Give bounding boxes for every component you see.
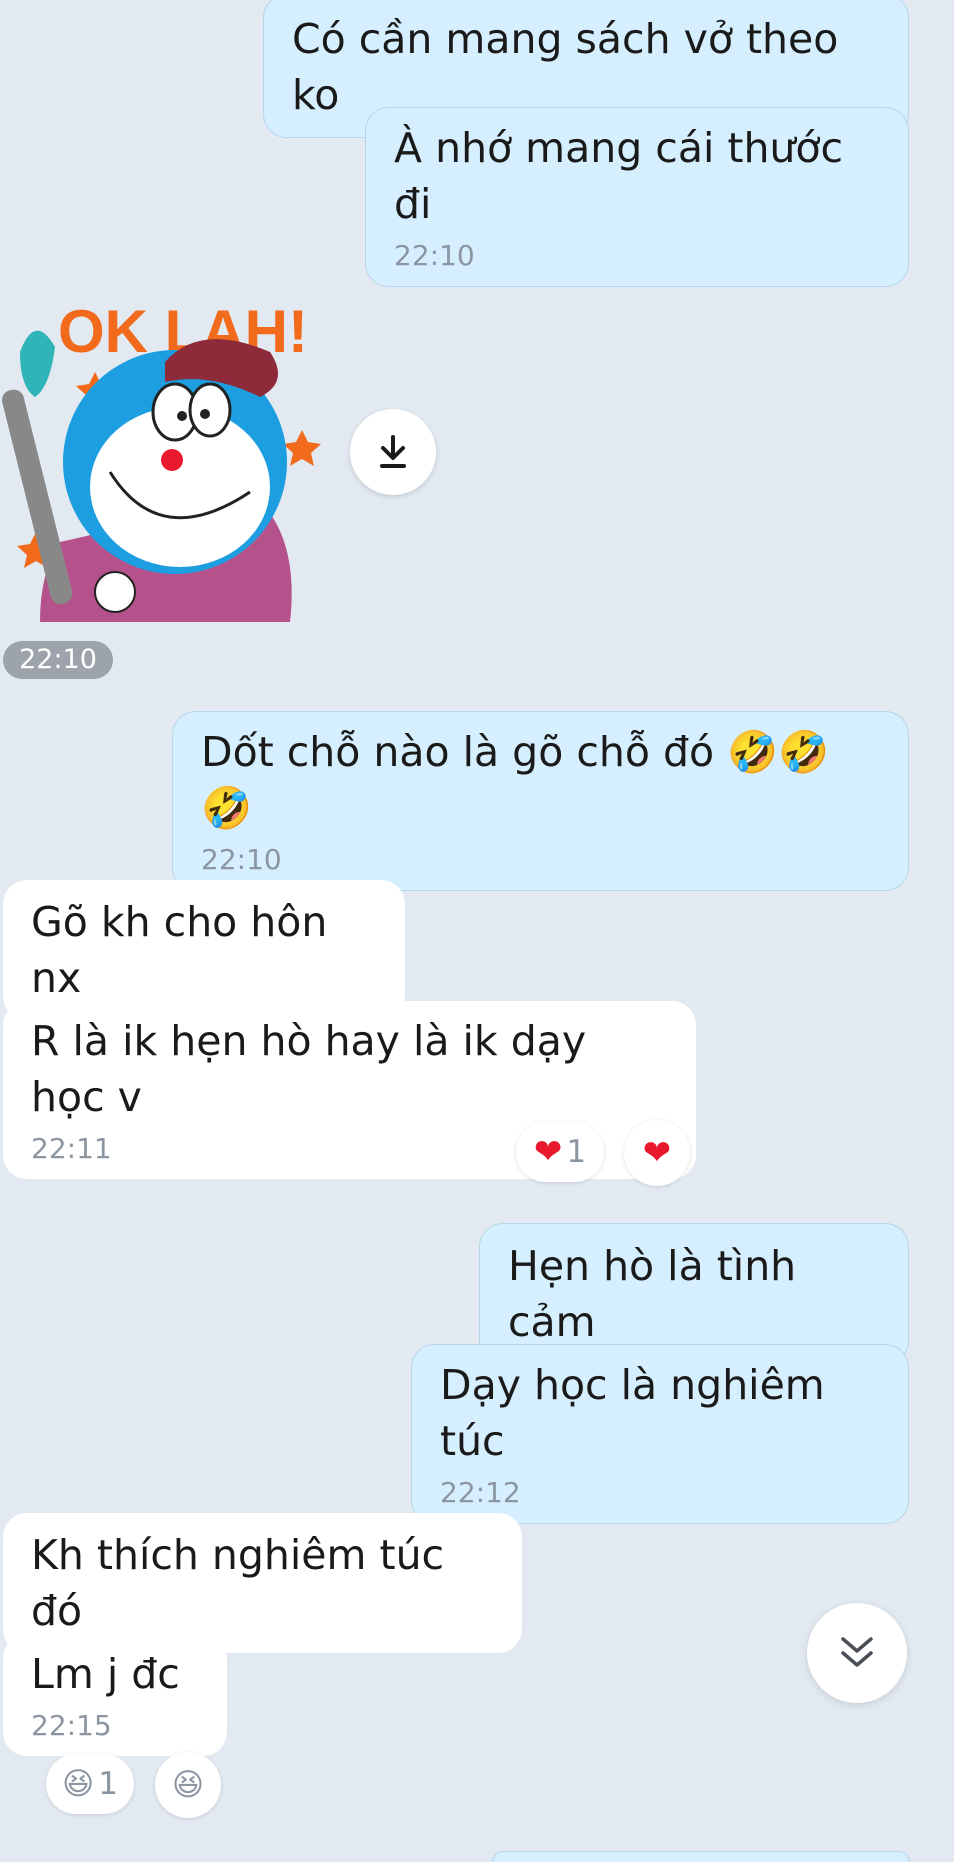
- doraemon-sticker-icon: OK LAH!: [2, 298, 321, 622]
- sticker-time: 22:10: [3, 641, 113, 679]
- reaction-count-value: 1: [566, 1134, 587, 1170]
- message-text: À nhớ mang cái thước đi: [394, 124, 844, 228]
- message-text: Có cần mang sách vở theo ko: [292, 15, 839, 119]
- scroll-to-bottom-button[interactable]: [807, 1603, 907, 1703]
- reaction-count-value: 1: [98, 1766, 119, 1802]
- download-button[interactable]: [350, 409, 436, 495]
- doraemon-sticker[interactable]: OK LAH!: [0, 292, 330, 622]
- message-bubble-incoming[interactable]: Kh thích nghiêm túc đó: [3, 1513, 522, 1653]
- quick-react-button[interactable]: 😆: [155, 1752, 221, 1818]
- message-bubble-incoming[interactable]: Gõ kh cho hôn nx: [3, 880, 405, 1020]
- message-text: Lm j đc: [31, 1650, 180, 1698]
- message-bubble-incoming[interactable]: Lm j đc 22:15: [3, 1634, 227, 1756]
- message-bubble-outgoing[interactable]: Dốt chỗ nào là gõ chỗ đó 🤣🤣🤣 22:10: [172, 711, 909, 891]
- message-time: 22:12: [440, 1476, 521, 1509]
- reaction-count[interactable]: 😆 1: [46, 1754, 134, 1814]
- message-time: 22:10: [201, 843, 282, 876]
- download-icon: [380, 435, 406, 468]
- message-text: Hẹn hò là tình cảm: [508, 1242, 797, 1346]
- message-text: Kh thích nghiêm túc đó: [31, 1531, 445, 1635]
- reaction-count[interactable]: ❤ 1: [516, 1122, 604, 1182]
- laugh-emoji-icon: 😆: [171, 1767, 205, 1803]
- message-bubble-outgoing[interactable]: Dạy học là nghiêm túc 22:12: [411, 1344, 909, 1524]
- message-time: 22:15: [31, 1709, 112, 1742]
- message-text: Dốt chỗ nào là gõ chỗ đó 🤣🤣🤣: [201, 728, 830, 832]
- message-text: Gõ kh cho hôn nx: [31, 898, 328, 1002]
- heart-icon: ❤: [533, 1132, 563, 1172]
- message-bubble-outgoing[interactable]: À nhớ mang cái thước đi 22:10: [365, 107, 909, 287]
- laugh-emoji-icon: 😆: [61, 1766, 95, 1802]
- heart-icon: ❤: [642, 1133, 672, 1173]
- quick-react-button[interactable]: ❤: [624, 1120, 690, 1186]
- message-time: 22:10: [394, 239, 475, 272]
- message-text: R là ik hẹn hò hay là ik dạy học v: [31, 1017, 587, 1121]
- message-text: Dạy học là nghiêm túc: [440, 1361, 825, 1465]
- double-chevron-down-icon: [841, 1637, 873, 1667]
